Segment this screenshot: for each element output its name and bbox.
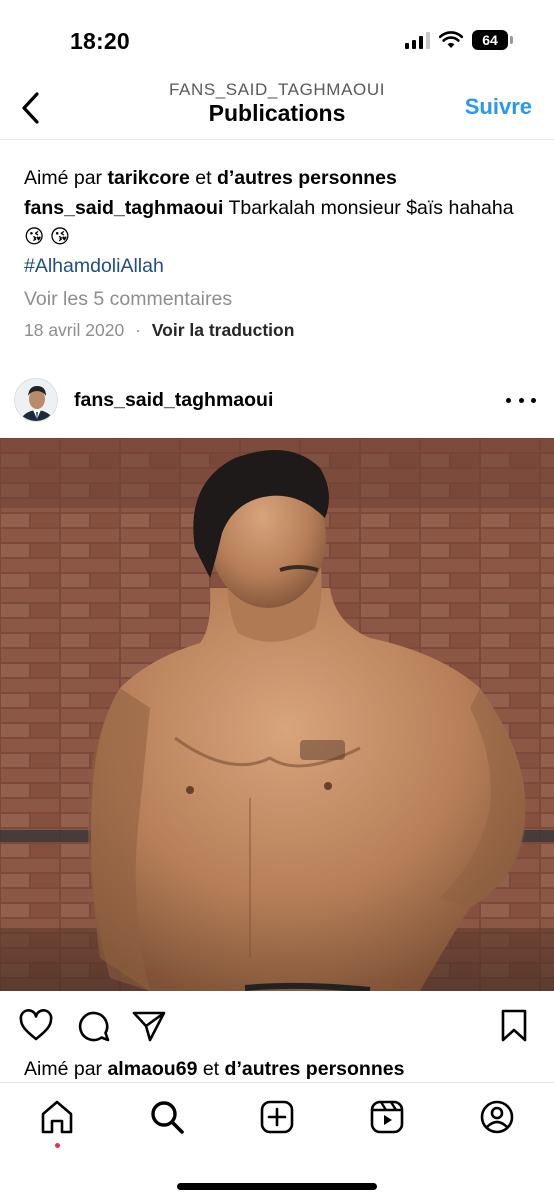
post-likes[interactable]: Aimé par almaou69 et d’autres personnes — [24, 1058, 404, 1082]
avatar[interactable] — [14, 378, 58, 422]
others-link[interactable]: d’autres personnes — [225, 1058, 405, 1080]
post-date: 18 avril 2020 — [24, 320, 125, 340]
liker-username[interactable]: tarikcore — [107, 167, 189, 189]
like-button[interactable] — [18, 1008, 54, 1044]
tab-search[interactable] — [147, 1097, 187, 1137]
status-bar: 18:20 64 — [0, 0, 554, 78]
caption-username[interactable]: fans_said_taghmaoui — [24, 197, 223, 219]
tab-reels[interactable] — [367, 1097, 407, 1137]
date-separator: · — [135, 320, 141, 340]
follow-button[interactable]: Suivre — [465, 94, 532, 120]
status-icons: 64 — [405, 30, 513, 50]
bookmark-icon — [501, 1009, 527, 1042]
likes-prefix: Aimé par — [24, 1058, 108, 1080]
battery-icon: 64 — [472, 30, 513, 50]
wifi-icon — [439, 31, 463, 48]
others-link[interactable]: d’autres personnes — [217, 167, 397, 189]
likes-middle: et — [197, 1058, 225, 1080]
post-username[interactable]: fans_said_taghmaoui — [74, 389, 273, 412]
previous-post-date-line: 18 avril 2020 · Voir la traduction — [24, 320, 294, 341]
likes-middle: et — [189, 167, 217, 189]
tab-create[interactable] — [257, 1097, 297, 1137]
post-header: fans_said_taghmaoui — [0, 372, 554, 430]
home-indicator[interactable] — [177, 1183, 377, 1190]
previous-post-likes[interactable]: Aimé par tarikcore et d’autres personnes — [24, 164, 530, 193]
see-translation-link[interactable]: Voir la traduction — [152, 320, 295, 340]
post-actions — [0, 1008, 554, 1048]
create-icon — [260, 1100, 294, 1134]
liker-username[interactable]: almaou69 — [107, 1058, 197, 1080]
status-time: 18:20 — [70, 28, 130, 54]
heart-icon — [19, 1009, 53, 1041]
paper-plane-icon — [132, 1011, 166, 1042]
avatar-portrait — [15, 379, 57, 421]
hashtag-link[interactable]: #AlhamdoliAllah — [24, 255, 164, 277]
comment-button[interactable] — [76, 1008, 112, 1044]
save-button[interactable] — [496, 1008, 532, 1044]
shirtless-man-photo — [0, 438, 554, 991]
profile-icon — [480, 1100, 514, 1134]
post-photo[interactable] — [0, 438, 554, 991]
previous-post-caption: fans_said_taghmaoui Tbarkalah monsieur $… — [24, 194, 530, 281]
tab-bar — [0, 1082, 554, 1200]
notification-dot — [55, 1143, 60, 1148]
likes-prefix: Aimé par — [24, 167, 108, 189]
share-button[interactable] — [131, 1008, 167, 1044]
comment-icon — [78, 1011, 110, 1042]
tab-profile[interactable] — [477, 1097, 517, 1137]
tab-home[interactable] — [37, 1097, 77, 1137]
view-comments-link[interactable]: Voir les 5 commentaires — [24, 285, 530, 314]
search-icon — [151, 1101, 184, 1134]
nav-header: FANS_SAID_TAGHMAOUI Publications Suivre — [0, 78, 554, 140]
cellular-signal-icon — [405, 31, 430, 49]
home-icon — [41, 1100, 73, 1134]
battery-level: 64 — [482, 32, 498, 48]
reels-icon — [370, 1100, 404, 1134]
more-options-button[interactable] — [506, 390, 536, 410]
